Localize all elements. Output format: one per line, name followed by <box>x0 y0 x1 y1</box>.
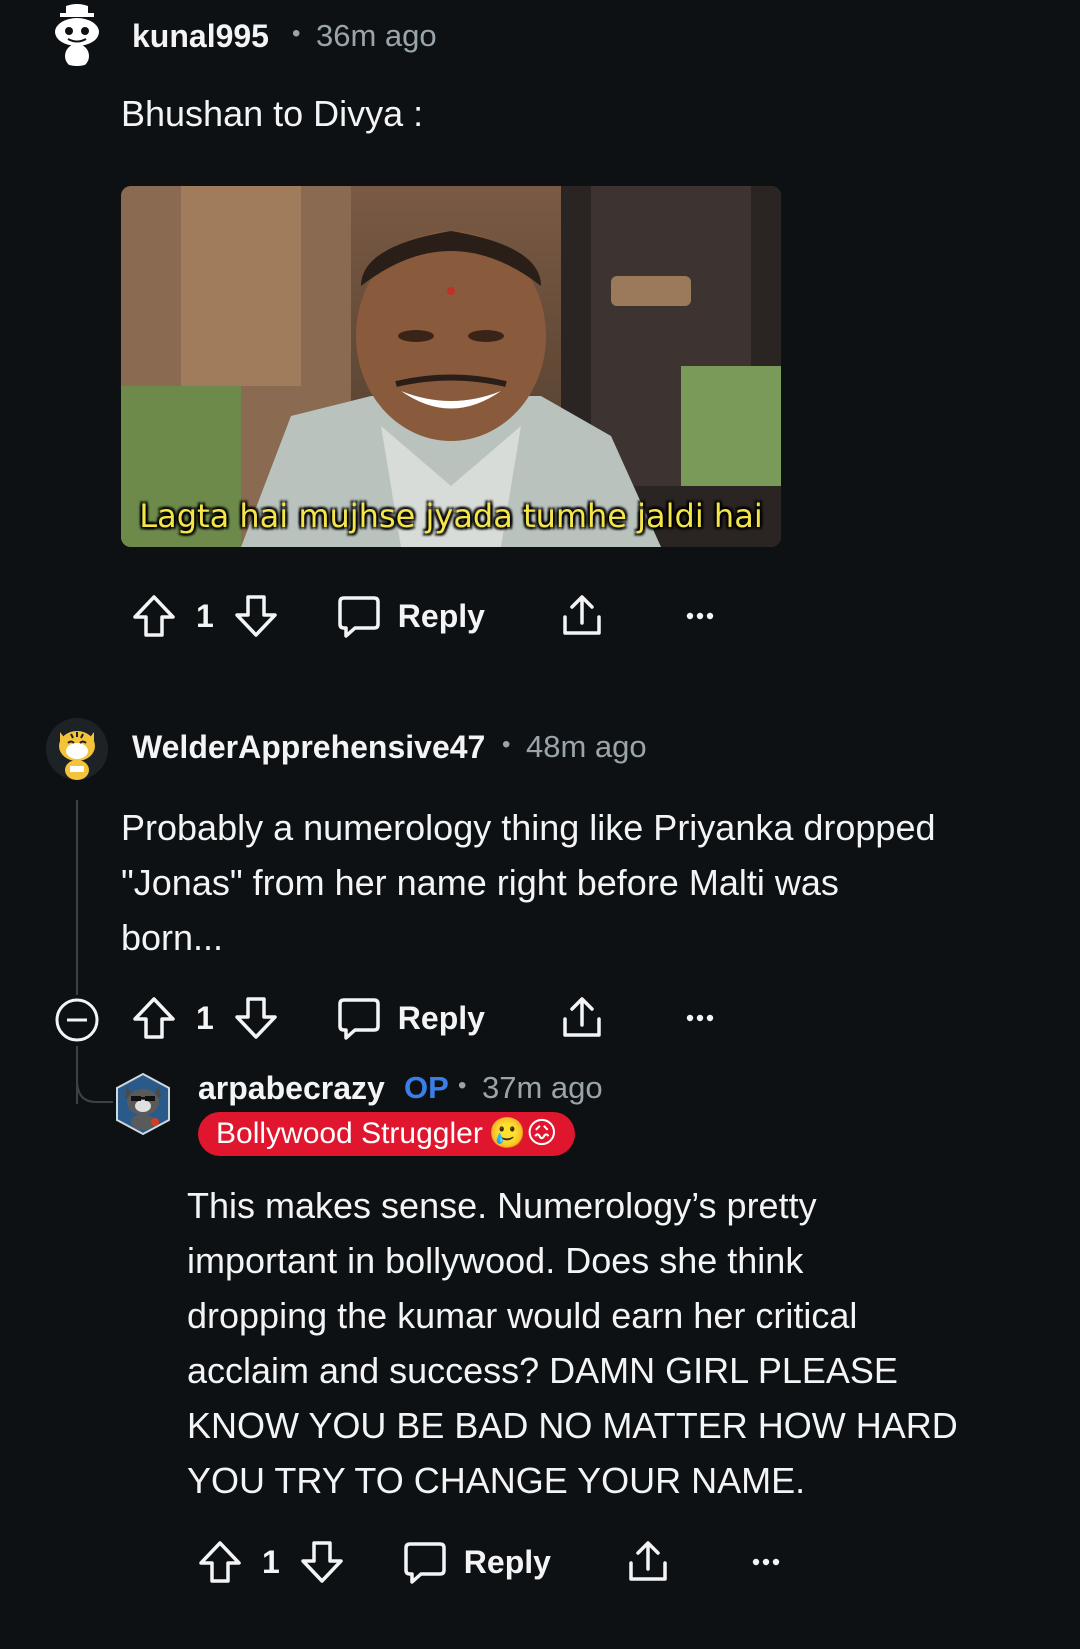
avatar-arpabecrazy[interactable] <box>113 1072 173 1136</box>
comment-body-line: important in bollywood. Does she think <box>187 1240 804 1281</box>
vote-count: 1 <box>262 1543 280 1580</box>
comment-author[interactable]: WelderApprehensive47 <box>132 729 485 766</box>
comment-author[interactable]: arpabecrazy <box>198 1070 385 1107</box>
comment-body-line: born... <box>121 917 224 958</box>
meme-image-illustration <box>121 186 781 547</box>
dog-avatar-icon <box>116 1072 170 1136</box>
separator-dot: • <box>458 1072 467 1099</box>
more-icon <box>686 612 714 620</box>
comment-actions: 1 Reply <box>196 1532 781 1592</box>
upvote-button[interactable] <box>130 592 178 640</box>
tiger-avatar-icon <box>46 718 108 780</box>
upvote-icon <box>199 1541 241 1583</box>
thread-connector <box>76 1080 118 1103</box>
comment-body-line: Probably a numerology thing like Priyank… <box>121 807 936 848</box>
comment-actions: 1 Reply <box>130 988 715 1048</box>
share-button[interactable] <box>559 995 605 1041</box>
comment-image[interactable]: Lagta hai mujhse jyada tumhe jaldi hai <box>121 186 781 547</box>
downvote-icon <box>235 595 277 637</box>
vote-count: 1 <box>196 999 214 1036</box>
share-icon <box>563 997 601 1037</box>
more-icon <box>686 1014 714 1022</box>
share-button[interactable] <box>625 1539 671 1585</box>
upvote-icon <box>133 997 175 1039</box>
comment-body: Bhushan to Divya : <box>121 86 423 141</box>
collapse-icon <box>55 998 99 1042</box>
more-options-button[interactable] <box>685 601 715 631</box>
reply-button[interactable]: Reply <box>336 995 485 1041</box>
separator-dot: • <box>502 731 511 758</box>
comment-author[interactable]: kunal995 <box>132 18 269 55</box>
share-icon <box>629 1541 667 1581</box>
comment-body-line: YOU TRY TO CHANGE YOUR NAME. <box>187 1460 806 1501</box>
downvote-button[interactable] <box>298 1538 346 1586</box>
avatar-kunal995[interactable] <box>46 4 108 66</box>
reply-label: Reply <box>397 597 485 634</box>
comment-body-line: dropping the kumar would earn her critic… <box>187 1295 858 1336</box>
meme-caption: Lagta hai mujhse jyada tumhe jaldi hai <box>139 497 763 535</box>
comment-body: Probably a numerology thing like Priyank… <box>121 800 1021 965</box>
comment-actions: 1 Reply <box>130 586 715 646</box>
upvote-icon <box>133 595 175 637</box>
downvote-button[interactable] <box>232 994 280 1042</box>
share-button[interactable] <box>559 593 605 639</box>
snoo-avatar-icon <box>55 4 99 66</box>
comment-icon <box>404 1542 446 1584</box>
reply-label: Reply <box>397 999 485 1036</box>
downvote-button[interactable] <box>232 592 280 640</box>
reply-label: Reply <box>463 1543 551 1580</box>
avatar-welderapprehensive47[interactable] <box>46 718 108 780</box>
comment-icon <box>338 596 380 638</box>
thread-line[interactable] <box>76 800 78 995</box>
separator-dot: • <box>292 20 301 47</box>
reply-button[interactable]: Reply <box>336 593 485 639</box>
more-options-button[interactable] <box>751 1547 781 1577</box>
downvote-icon <box>301 1541 343 1583</box>
collapse-thread-button[interactable] <box>54 997 100 1043</box>
comment-body: This makes sense. Numerology’s pretty im… <box>187 1178 1067 1508</box>
comment-body-line: Bhushan to Divya : <box>121 93 424 134</box>
user-flair: Bollywood Struggler 🥲😖 <box>198 1112 576 1156</box>
more-icon <box>752 1558 780 1566</box>
comment-body-line: acclaim and success? DAMN GIRL PLEASE <box>187 1350 898 1391</box>
comment-timestamp: 36m ago <box>316 18 437 53</box>
downvote-icon <box>235 997 277 1039</box>
vote-count: 1 <box>196 597 214 634</box>
comment-timestamp: 48m ago <box>526 729 647 764</box>
comment-icon <box>338 998 380 1040</box>
flair-text: Bollywood Struggler <box>216 1117 483 1150</box>
share-icon <box>563 595 601 635</box>
upvote-button[interactable] <box>196 1538 244 1586</box>
flair-emoji: 🥲😖 <box>488 1116 558 1151</box>
reply-button[interactable]: Reply <box>402 1539 551 1585</box>
comment-timestamp: 37m ago <box>482 1070 603 1105</box>
op-badge: OP <box>404 1070 449 1105</box>
comment-body-line: KNOW YOU BE BAD NO MATTER HOW HARD <box>187 1405 958 1446</box>
upvote-button[interactable] <box>130 994 178 1042</box>
more-options-button[interactable] <box>685 1003 715 1033</box>
comment-body-line: This makes sense. Numerology’s pretty <box>187 1185 817 1226</box>
comment-body-line: "Jonas" from her name right before Malti… <box>121 862 839 903</box>
